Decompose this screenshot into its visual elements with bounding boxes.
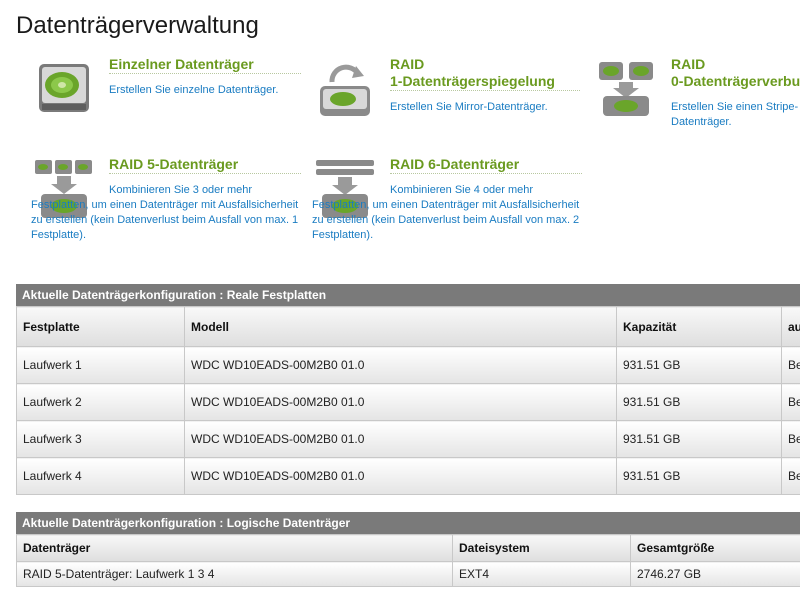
option-raid0[interactable]: RAID 0-Datenträgerverbund Erstellen Sie … [593,56,800,136]
table-cell: WDC WD10EADS-00M2B0 01.0 [184,383,617,421]
option-title: RAID 0-Datenträgerverbund [671,56,800,90]
table-cell: 2746.27 GB [630,561,800,587]
table-cell: Be [781,383,800,421]
table-cell: Be [781,457,800,495]
table-cell: 931.51 GB [616,457,782,495]
table-cell: 931.51 GB [616,346,782,384]
table-row[interactable]: Laufwerk 1 WDC WD10EADS-00M2B0 01.0 931.… [16,346,800,384]
column-header[interactable]: Kapazität [616,306,782,347]
logical-volumes-header: Aktuelle Datenträgerkonfiguration : Logi… [16,512,800,534]
table-cell: Be [781,346,800,384]
table-cell: Be [781,420,800,458]
column-header[interactable]: Festplatte [16,306,185,347]
table-cell: 931.51 GB [616,420,782,458]
option-description: Kombinieren Sie 3 oder mehr Festplatten,… [31,184,299,241]
physical-disks-table: Festplatte Modell Kapazität au Laufwerk … [16,306,800,495]
option-title-line1: RAID [390,56,425,72]
table-header-row: Festplatte Modell Kapazität au [16,306,800,347]
option-raid1[interactable]: RAID 1-Datenträgerspiegelung Erstellen S… [312,56,592,136]
option-description: Erstellen Sie Mirror-Datenträger. [390,101,548,113]
table-row[interactable]: Laufwerk 3 WDC WD10EADS-00M2B0 01.0 931.… [16,420,800,458]
column-header[interactable]: Gesamtgröße [630,534,800,562]
option-raid6[interactable]: RAID 6-Datenträger Kombinieren Sie 4 ode… [312,156,587,260]
table-cell: EXT4 [452,561,631,587]
option-description: Erstellen Sie einzelne Datenträger. [109,84,279,96]
table-cell: 931.51 GB [616,383,782,421]
table-cell: WDC WD10EADS-00M2B0 01.0 [184,346,617,384]
option-title: RAID 1-Datenträgerspiegelung [390,56,580,91]
table-row[interactable]: Laufwerk 4 WDC WD10EADS-00M2B0 01.0 931.… [16,457,800,495]
table-header-row: Datenträger Dateisystem Gesamtgröße [16,534,800,562]
option-title: RAID 6-Datenträger [390,156,582,174]
option-title: RAID 5-Datenträger [109,156,301,174]
table-cell: Laufwerk 1 [16,346,185,384]
table-cell: Laufwerk 2 [16,383,185,421]
single-disk-icon [39,64,89,112]
option-description-line2: Datenträger. [671,116,732,128]
table-cell: Laufwerk 4 [16,457,185,495]
option-description: Erstellen Sie einen Stripe- Datenträger. [671,100,800,130]
option-title: Einzelner Datenträger [109,56,301,74]
logical-volumes-table: Datenträger Dateisystem Gesamtgröße RAID… [16,534,800,587]
column-header[interactable]: Datenträger [16,534,453,562]
column-header[interactable]: au [781,306,800,347]
column-header[interactable]: Modell [184,306,617,347]
table-row[interactable]: Laufwerk 2 WDC WD10EADS-00M2B0 01.0 931.… [16,383,800,421]
table-row[interactable]: RAID 5-Datenträger: Laufwerk 1 3 4 EXT4 … [16,561,800,587]
option-single-disk[interactable]: Einzelner Datenträger Erstellen Sie einz… [31,56,306,136]
raid0-stripe-icon [599,62,653,116]
column-header[interactable]: Dateisystem [452,534,631,562]
page-title: Datenträgerverwaltung [16,12,259,39]
option-title-line2: 0-Datenträgerverbund [671,73,800,89]
raid1-mirror-icon [320,64,370,116]
table-cell: WDC WD10EADS-00M2B0 01.0 [184,457,617,495]
table-cell: WDC WD10EADS-00M2B0 01.0 [184,420,617,458]
option-title-line2: 1-Datenträgerspiegelung [390,73,555,89]
option-description: Kombinieren Sie 4 oder mehr Festplatten,… [312,184,580,241]
table-cell: Laufwerk 3 [16,420,185,458]
option-title-line1: RAID [671,56,706,72]
option-raid5[interactable]: RAID 5-Datenträger Kombinieren Sie 3 ode… [31,156,306,260]
option-description-line1: Erstellen Sie einen Stripe- [671,101,799,113]
physical-disks-header: Aktuelle Datenträgerkonfiguration : Real… [16,284,800,306]
table-cell: RAID 5-Datenträger: Laufwerk 1 3 4 [16,561,453,587]
